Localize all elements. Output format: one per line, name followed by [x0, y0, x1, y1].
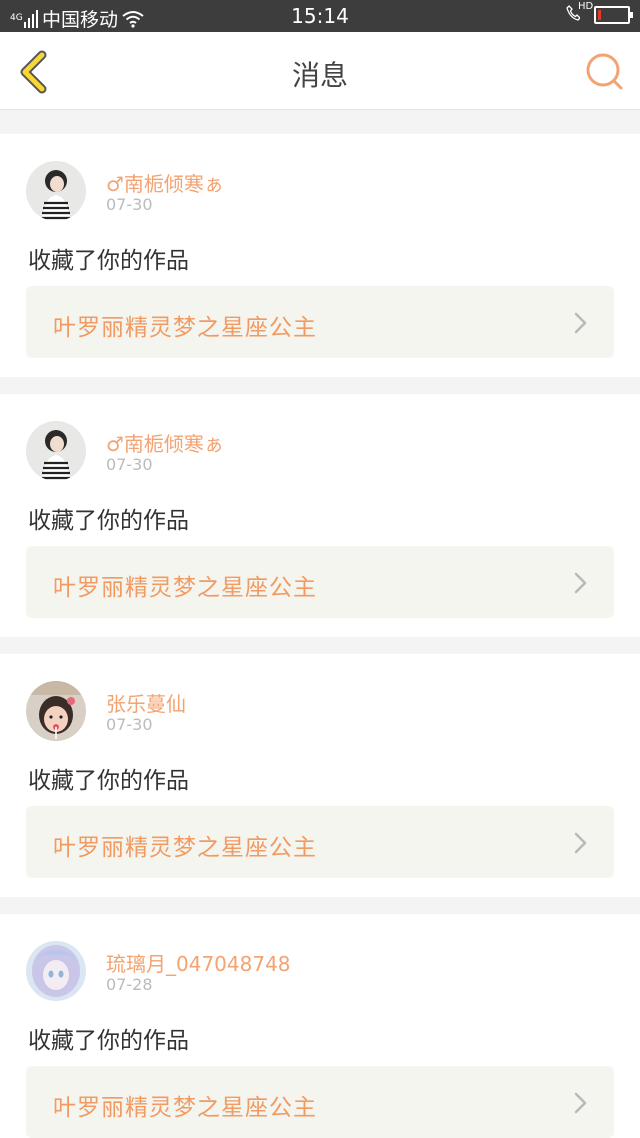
message-date: 07-30 [106, 715, 153, 734]
work-title: 叶罗丽精灵梦之星座公主 [53, 1095, 317, 1121]
message-card: ♂南栀倾寒ぁ 07-30 收藏了你的作品 叶罗丽精灵梦之星座公主 [0, 134, 640, 377]
clock: 15:14 [291, 4, 349, 28]
username[interactable]: ♂南栀倾寒ぁ [106, 168, 224, 197]
search-icon[interactable] [584, 51, 624, 91]
username[interactable]: ♂南栀倾寒ぁ [106, 428, 224, 457]
message-action: 收藏了你的作品 [28, 508, 189, 534]
girl-striped-shirt-avatar[interactable] [26, 161, 86, 221]
chevron-right-icon [574, 312, 587, 334]
status-right: HD [566, 1, 633, 25]
hd-call-icon: HD [566, 1, 593, 25]
username[interactable]: 张乐蔓仙 [106, 688, 186, 717]
message-list: ♂南栀倾寒ぁ 07-30 收藏了你的作品 叶罗丽精灵梦之星座公主 ♂南栀倾寒ぁ … [0, 118, 640, 1138]
message-action: 收藏了你的作品 [28, 248, 189, 274]
message-card: 琉璃月_047048748 07-28 收藏了你的作品 叶罗丽精灵梦之星座公主 [0, 914, 640, 1138]
work-link[interactable]: 叶罗丽精灵梦之星座公主 [26, 286, 614, 358]
work-title: 叶罗丽精灵梦之星座公主 [53, 315, 317, 341]
battery-level [598, 10, 601, 20]
child-selfie-avatar[interactable] [26, 681, 86, 741]
battery-icon [594, 6, 633, 24]
work-link[interactable]: 叶罗丽精灵梦之星座公主 [26, 546, 614, 618]
girl-striped-shirt-avatar[interactable] [26, 421, 86, 481]
message-date: 07-30 [106, 455, 153, 474]
work-link[interactable]: 叶罗丽精灵梦之星座公主 [26, 806, 614, 878]
page-title: 消息 [291, 59, 348, 92]
message-date: 07-28 [106, 975, 153, 994]
chevron-right-icon [574, 572, 587, 594]
message-action: 收藏了你的作品 [28, 768, 189, 794]
chevron-right-icon [574, 832, 587, 854]
hd-label: HD [578, 1, 594, 12]
anime-girl-avatar[interactable] [26, 941, 86, 1001]
work-title: 叶罗丽精灵梦之星座公主 [53, 835, 317, 861]
message-card: 张乐蔓仙 07-30 收藏了你的作品 叶罗丽精灵梦之星座公主 [0, 654, 640, 897]
username[interactable]: 琉璃月_047048748 [106, 948, 291, 977]
work-link[interactable]: 叶罗丽精灵梦之星座公主 [26, 1066, 614, 1138]
status-bar: 4G 中国移动 15:14 HD [0, 0, 640, 32]
message-card: ♂南栀倾寒ぁ 07-30 收藏了你的作品 叶罗丽精灵梦之星座公主 [0, 394, 640, 637]
message-date: 07-30 [106, 195, 153, 214]
work-title: 叶罗丽精灵梦之星座公主 [53, 575, 317, 601]
app-header: 消息 [0, 32, 640, 110]
chevron-right-icon [574, 1092, 587, 1114]
message-action: 收藏了你的作品 [28, 1028, 189, 1054]
